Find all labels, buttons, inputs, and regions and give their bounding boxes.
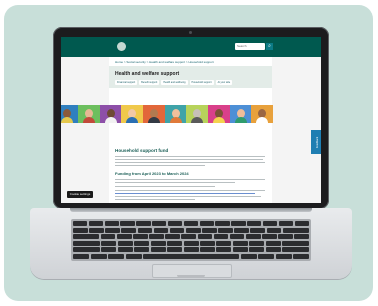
section-heading: Funding from April 2023 to March 2024 [115, 171, 189, 176]
opening-lip [177, 275, 205, 278]
subnav-health[interactable]: Health and wellbeing [161, 80, 188, 85]
webcam-icon [189, 31, 192, 34]
text-line [115, 182, 235, 184]
laptop-lid: Search ⌕ Home > Social security > Health… [53, 27, 329, 209]
page-title: Health and welfare support [115, 71, 180, 77]
text-line [115, 165, 205, 167]
hinge [70, 208, 312, 212]
link-line[interactable] [115, 193, 255, 195]
feedback-tab[interactable]: Feedback [311, 130, 321, 154]
keyboard [71, 219, 311, 261]
section-nav: Financial support Benefit support Health… [115, 80, 233, 85]
search-input[interactable]: Search [235, 43, 265, 50]
breadcrumb[interactable]: Home > Social security > Health and welf… [115, 60, 214, 64]
portrait-image [164, 105, 187, 123]
portrait-image [251, 105, 274, 123]
text-line [115, 159, 263, 161]
subnav-at-your-side[interactable]: At your side [215, 80, 233, 85]
feedback-label: Feedback [316, 136, 320, 149]
text-line [115, 162, 265, 164]
text-line [115, 196, 261, 198]
council-logo[interactable] [117, 42, 126, 51]
portrait-image [61, 105, 79, 123]
subnav-benefit[interactable]: Benefit support [139, 80, 160, 85]
text-line [115, 190, 265, 192]
cookie-settings-button[interactable]: Cookie settings [67, 191, 93, 198]
text-line [115, 179, 265, 181]
portrait-image [121, 105, 144, 123]
laptop-base [30, 208, 352, 279]
text-line [115, 199, 195, 201]
portrait-image [99, 105, 122, 123]
content-heading: Household support fund [115, 148, 169, 153]
people-banner [61, 105, 274, 123]
portrait-image [186, 105, 209, 123]
subnav-financial[interactable]: Financial support [115, 80, 138, 85]
text-line [115, 156, 265, 158]
portrait-image [143, 105, 165, 123]
subnav-household[interactable]: Household support [189, 80, 214, 85]
page-body: Home > Social security > Health and welf… [109, 57, 272, 203]
laptop-screen: Search ⌕ Home > Social security > Health… [61, 37, 321, 203]
portrait-image [229, 105, 252, 123]
text-line [115, 186, 215, 188]
portrait-image [208, 105, 230, 123]
portrait-image [78, 105, 100, 123]
site-header: Search ⌕ [61, 37, 321, 57]
search-icon[interactable]: ⌕ [266, 43, 273, 50]
